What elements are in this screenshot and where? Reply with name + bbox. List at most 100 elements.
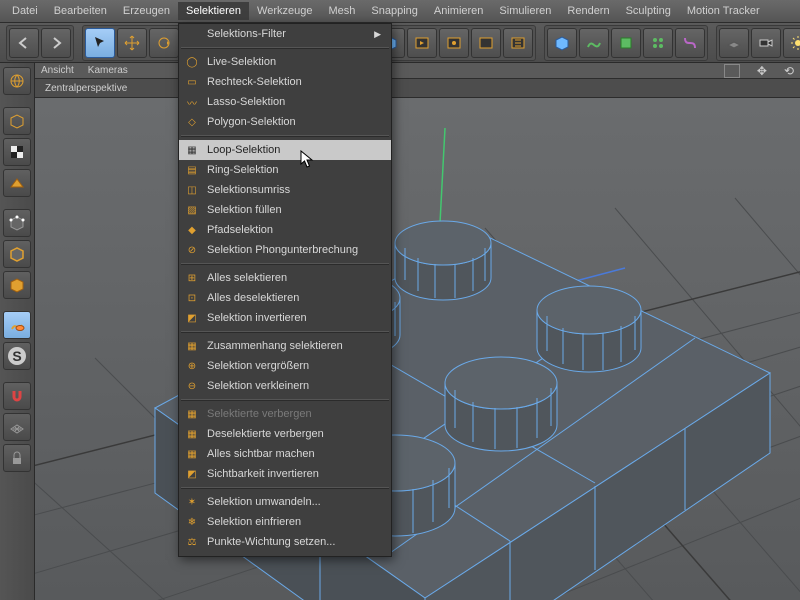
menu-item[interactable]: ▦Zusammenhang selektieren bbox=[179, 336, 391, 356]
redo-button[interactable] bbox=[41, 28, 71, 58]
viewport-tab[interactable]: Kameras bbox=[88, 65, 128, 76]
viewport-canvas[interactable] bbox=[35, 98, 800, 600]
menu-item-icon: ▦ bbox=[185, 407, 199, 421]
menu-mesh[interactable]: Mesh bbox=[320, 2, 363, 20]
menu-item[interactable]: ◩Sichtbarkeit invertieren bbox=[179, 464, 391, 484]
menu-item-label: Deselektierte verbergen bbox=[207, 428, 324, 440]
menu-item-label: Alles sichtbar machen bbox=[207, 448, 315, 460]
menu-item[interactable]: ▦Alles sichtbar machen bbox=[179, 444, 391, 464]
viewport-tab[interactable]: Ansicht bbox=[41, 65, 74, 76]
menu-item-icon: 〰 bbox=[185, 95, 199, 109]
tweak-mode[interactable] bbox=[3, 311, 31, 339]
vp-nav-icon[interactable] bbox=[724, 64, 740, 78]
render-settings[interactable] bbox=[471, 28, 501, 58]
menu-item[interactable]: ✶Selektion umwandeln... bbox=[179, 492, 391, 512]
menu-item[interactable]: ◫Selektionsumriss bbox=[179, 180, 391, 200]
menu-item-label: Selektion füllen bbox=[207, 204, 282, 216]
floor[interactable] bbox=[719, 28, 749, 58]
menu-item-label: Pfadselektion bbox=[207, 224, 273, 236]
menu-item-icon: ▨ bbox=[185, 203, 199, 217]
menu-snapping[interactable]: Snapping bbox=[363, 2, 426, 20]
move-tool[interactable] bbox=[117, 28, 147, 58]
menu-item-icon: ◇ bbox=[185, 115, 199, 129]
menu-item[interactable]: ⊕Selektion vergrößern bbox=[179, 356, 391, 376]
menu-item-icon: ▦ bbox=[185, 427, 199, 441]
render-queue[interactable] bbox=[503, 28, 533, 58]
menu-item-icon: ▭ bbox=[185, 75, 199, 89]
menu-item[interactable]: Selektions-Filter▶ bbox=[179, 24, 391, 44]
menu-item[interactable]: ❄ Selektion einfrieren bbox=[179, 512, 391, 532]
menu-item[interactable]: 〰Lasso-Selektion bbox=[179, 92, 391, 112]
menu-item-label: Selektion einfrieren bbox=[207, 516, 301, 528]
uv-mode[interactable] bbox=[3, 169, 31, 197]
menu-item-label: Zusammenhang selektieren bbox=[207, 340, 343, 352]
menu-item-icon: ◫ bbox=[185, 183, 199, 197]
edge-mode[interactable] bbox=[3, 240, 31, 268]
deformer[interactable] bbox=[675, 28, 705, 58]
menu-simulieren[interactable]: Simulieren bbox=[491, 2, 559, 20]
menu-motion tracker[interactable]: Motion Tracker bbox=[679, 2, 768, 20]
menu-item[interactable]: ◯Live-Selektion bbox=[179, 52, 391, 72]
point-mode[interactable] bbox=[3, 209, 31, 237]
menu-item-label: Ring-Selektion bbox=[207, 164, 279, 176]
menu-animieren[interactable]: Animieren bbox=[426, 2, 492, 20]
menu-item[interactable]: ▨ Selektion füllen bbox=[179, 200, 391, 220]
undo-button[interactable] bbox=[9, 28, 39, 58]
history-group bbox=[6, 25, 74, 61]
menu-selektieren[interactable]: Selektieren bbox=[178, 2, 249, 20]
nurbs[interactable] bbox=[611, 28, 641, 58]
menu-item-label: Alles selektieren bbox=[207, 272, 287, 284]
menu-item-label: Selektion verkleinern bbox=[207, 380, 309, 392]
model-mode[interactable] bbox=[3, 107, 31, 135]
menu-item[interactable]: ▦Loop-Selektion bbox=[179, 140, 391, 160]
menu-item-icon: ⊡ bbox=[185, 291, 199, 305]
lock-toggle[interactable] bbox=[3, 444, 31, 472]
generators-group bbox=[544, 25, 708, 61]
menu-item[interactable]: ⊞Alles selektieren bbox=[179, 268, 391, 288]
light[interactable] bbox=[783, 28, 800, 58]
workplane[interactable] bbox=[3, 413, 31, 441]
menu-item-label: Selektion invertieren bbox=[207, 312, 307, 324]
menu-item[interactable]: ⊖Selektion verkleinern bbox=[179, 376, 391, 396]
submenu-arrow-icon: ▶ bbox=[374, 29, 381, 40]
viewport-menubar: Ansicht Kameras ✥ ⟲ bbox=[35, 63, 800, 79]
camera[interactable] bbox=[751, 28, 781, 58]
menu-item-label: Sichtbarkeit invertieren bbox=[207, 468, 319, 480]
menu-datei[interactable]: Datei bbox=[4, 2, 46, 20]
menu-item[interactable]: ▤ Ring-Selektion bbox=[179, 160, 391, 180]
menu-item-icon: ❄ bbox=[185, 515, 199, 529]
polygon-mode[interactable] bbox=[3, 271, 31, 299]
snap-toggle[interactable] bbox=[3, 382, 31, 410]
menu-item[interactable]: ⊘Selektion Phongunterbrechung bbox=[179, 240, 391, 260]
menu-erzeugen[interactable]: Erzeugen bbox=[115, 2, 178, 20]
spline[interactable] bbox=[579, 28, 609, 58]
menu-sculpting[interactable]: Sculpting bbox=[618, 2, 679, 20]
menu-item-icon: ⚖ bbox=[185, 535, 199, 549]
vp-nav-icon[interactable]: ⟲ bbox=[784, 64, 794, 78]
menu-rendern[interactable]: Rendern bbox=[559, 2, 617, 20]
array[interactable] bbox=[643, 28, 673, 58]
rotate-tool[interactable] bbox=[149, 28, 179, 58]
generator-cube[interactable] bbox=[547, 28, 577, 58]
scene-group bbox=[716, 25, 800, 61]
main-area: S Ansicht Kameras ✥ ⟲ Zentralperspektive bbox=[0, 63, 800, 600]
menu-item[interactable]: ▭Rechteck-Selektion bbox=[179, 72, 391, 92]
menu-item[interactable]: ⚖Punkte-Wichtung setzen... bbox=[179, 532, 391, 552]
menu-bearbeiten[interactable]: Bearbeiten bbox=[46, 2, 115, 20]
menu-item[interactable]: ⊡ Alles deselektieren bbox=[179, 288, 391, 308]
menu-item[interactable]: ◩ Selektion invertieren bbox=[179, 308, 391, 328]
render-view[interactable] bbox=[407, 28, 437, 58]
render-region[interactable] bbox=[439, 28, 469, 58]
menu-werkzeuge[interactable]: Werkzeuge bbox=[249, 2, 320, 20]
menu-item[interactable]: ▦ Deselektierte verbergen bbox=[179, 424, 391, 444]
menu-item[interactable]: ◇Polygon-Selektion bbox=[179, 112, 391, 132]
menu-item[interactable]: ◆Pfadselektion bbox=[179, 220, 391, 240]
axis-s[interactable]: S bbox=[3, 342, 31, 370]
texture-mode[interactable] bbox=[3, 138, 31, 166]
vp-nav-icon[interactable]: ✥ bbox=[757, 64, 767, 78]
menu-item-icon: ◩ bbox=[185, 311, 199, 325]
select-tool[interactable] bbox=[85, 28, 115, 58]
globe-icon[interactable] bbox=[3, 67, 31, 95]
menu-item-icon: ▤ bbox=[185, 163, 199, 177]
menu-item-label: Alles deselektieren bbox=[207, 292, 299, 304]
